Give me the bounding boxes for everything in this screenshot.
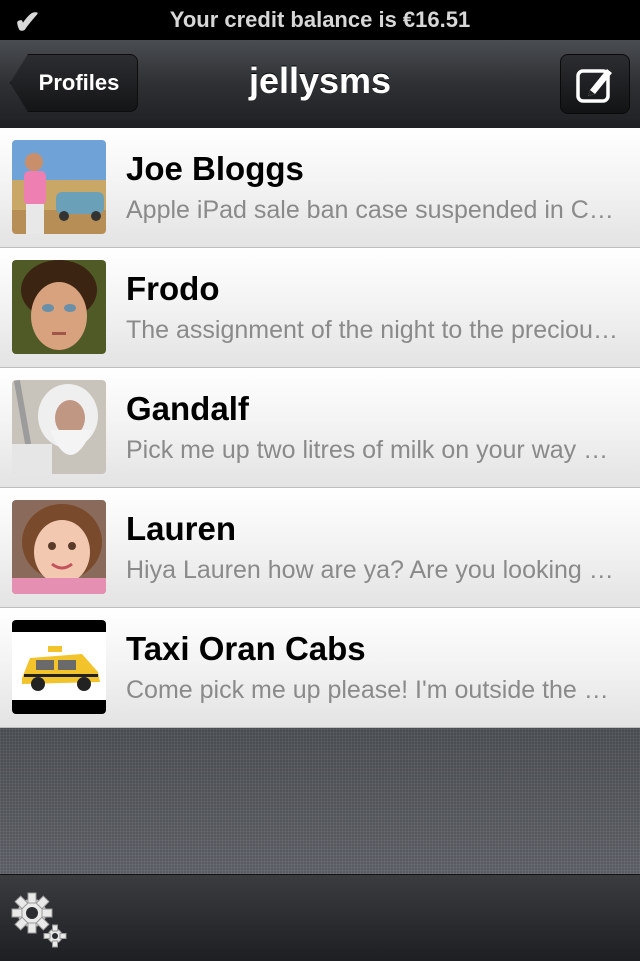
checkmark-icon: ✔ bbox=[14, 4, 41, 40]
settings-gear-icon bbox=[11, 892, 67, 948]
taxi-avatar bbox=[12, 620, 106, 714]
contact-name: Taxi Oran Cabs bbox=[126, 630, 366, 667]
frodo-avatar bbox=[12, 260, 106, 354]
bottom-toolbar bbox=[0, 874, 640, 961]
message-preview: Hiya Lauren how are ya? Are you looking … bbox=[126, 556, 620, 584]
conversation-row[interactable]: Joe Bloggs Apple iPad sale ban case susp… bbox=[0, 128, 640, 248]
conversation-row[interactable]: Lauren Hiya Lauren how are ya? Are you l… bbox=[0, 488, 640, 608]
navigation-bar: Profiles jellysms bbox=[0, 40, 640, 129]
conversation-row[interactable]: Taxi Oran Cabs Come pick me up please! I… bbox=[0, 608, 640, 728]
conversation-row[interactable]: Gandalf Pick me up two litres of milk on… bbox=[0, 368, 640, 488]
linen-background bbox=[0, 728, 640, 874]
page-title: jellysms bbox=[248, 60, 392, 101]
contact-name: Frodo bbox=[126, 270, 220, 307]
conversation-list: Joe Bloggs Apple iPad sale ban case susp… bbox=[0, 128, 640, 728]
message-preview: The assignment of the night to the preci… bbox=[126, 316, 620, 344]
lauren-avatar bbox=[12, 500, 106, 594]
contact-name: Gandalf bbox=[126, 390, 249, 427]
compose-button[interactable] bbox=[560, 54, 630, 114]
gandalf-avatar bbox=[12, 380, 106, 474]
joe-bloggs-avatar bbox=[12, 140, 106, 234]
credit-balance-text: Your credit balance is €16.51 bbox=[169, 7, 471, 32]
message-preview: Come pick me up please! I'm outside the … bbox=[126, 676, 620, 704]
message-preview: Apple iPad sale ban case suspended in Ch… bbox=[126, 196, 620, 224]
compose-icon bbox=[576, 69, 612, 103]
message-preview: Pick me up two litres of milk on your wa… bbox=[126, 436, 620, 464]
contact-name: Lauren bbox=[126, 510, 237, 547]
settings-button[interactable] bbox=[10, 891, 70, 951]
contact-name: Joe Bloggs bbox=[126, 150, 304, 187]
status-bar: ✔ Your credit balance is €16.51 bbox=[0, 0, 640, 40]
conversation-row[interactable]: Frodo The assignment of the night to the… bbox=[0, 248, 640, 368]
